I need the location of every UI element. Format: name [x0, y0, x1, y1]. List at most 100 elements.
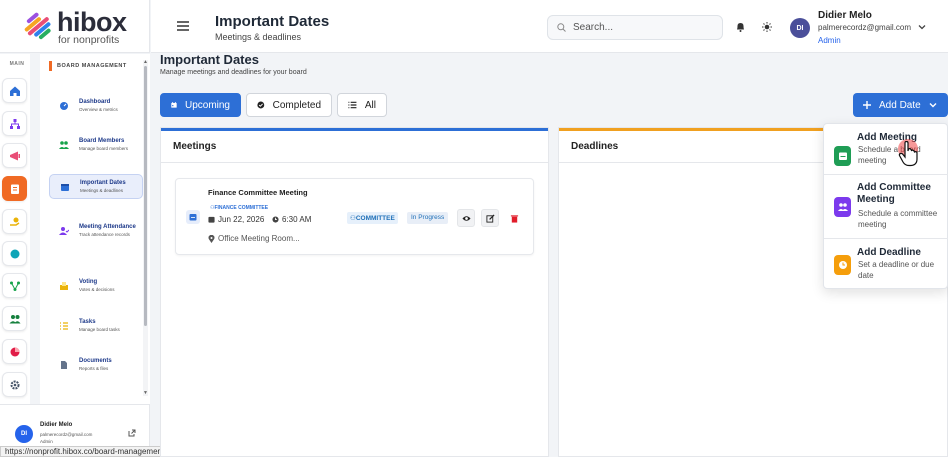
rail-volunteers-button[interactable] [2, 306, 27, 331]
menu-item-add-meeting[interactable]: Add Meeting Schedule a board meeting [824, 132, 948, 172]
dashboard-icon [60, 101, 68, 110]
meeting-location: Office Meeting Room... [208, 234, 300, 243]
tab-all[interactable]: All [337, 93, 387, 117]
subnav-item-documents[interactable]: Documents Reports & files [49, 353, 143, 376]
plus-icon [863, 101, 871, 109]
chevron-down-icon [929, 103, 937, 108]
rail-campaigns-button[interactable] [2, 143, 27, 168]
menu-item-add-deadline[interactable]: Add Deadline Set a deadline or due date [824, 247, 948, 285]
scroll-down-arrow-icon[interactable]: ▼ [143, 391, 148, 396]
check-circle-icon [257, 101, 265, 109]
meeting-category: ⚇FINANCE COMMITTEE [210, 205, 268, 211]
avatar: DI [15, 425, 33, 443]
menu-item-icon-badge [834, 146, 851, 166]
sun-icon[interactable] [762, 22, 772, 32]
subnav-item-desc: Meetings & deadlines [80, 188, 124, 193]
rail-org-button[interactable] [2, 111, 27, 136]
subnav-item-dashboard[interactable]: Dashboard Overview & metrics [49, 94, 143, 117]
users-icon [59, 140, 69, 149]
menu-item-icon-badge [834, 197, 851, 217]
committee-badge-label: COMMITTEE [355, 215, 395, 222]
hamburger-menu-icon[interactable] [177, 21, 189, 31]
board-management-nav: BOARD MANAGEMENT Dashboard Overview & me… [40, 54, 150, 404]
brand-header[interactable]: hibox for nonprofits [0, 0, 150, 53]
add-date-button[interactable]: Add Date [853, 93, 948, 117]
menu-item-add-committee-meeting[interactable]: Add Committee Meeting Schedule a committ… [824, 182, 948, 232]
tab-completed[interactable]: Completed [246, 93, 332, 117]
rail-board-button[interactable] [2, 176, 27, 201]
panel-title: Meetings [161, 131, 548, 163]
menu-item-title: Add Deadline [857, 247, 921, 258]
subnav-item-title: Voting [79, 279, 98, 285]
scroll-up-arrow-icon[interactable]: ▲ [143, 60, 148, 65]
rail-network-button[interactable] [2, 273, 27, 298]
chevron-down-icon[interactable] [918, 24, 926, 30]
subnav-item-title: Tasks [79, 319, 96, 325]
hand-pointer-cursor-icon [898, 141, 918, 167]
rail-events-button[interactable] [2, 241, 27, 266]
rail-settings-button[interactable] [2, 372, 27, 397]
menu-divider [824, 238, 948, 239]
pie-chart-icon [10, 347, 19, 356]
meeting-card[interactable]: Finance Committee Meeting ⚇FINANCE COMMI… [175, 178, 534, 255]
circle-icon [10, 249, 19, 258]
subnav-item-important-dates[interactable]: Important Dates Meetings & deadlines [49, 174, 143, 199]
clock-icon [272, 216, 279, 223]
subnav-scroll-thumb[interactable] [144, 66, 147, 326]
meeting-type-badge [186, 210, 200, 224]
add-date-label: Add Date [879, 99, 921, 111]
subnav-item-desc: Overview & metrics [79, 107, 118, 112]
search-icon [557, 23, 566, 32]
users-icon [9, 314, 20, 323]
calendar-icon [208, 216, 215, 223]
menu-item-desc: Set a deadline or due date [858, 260, 935, 280]
rail-reports-button[interactable] [2, 339, 27, 364]
map-pin-icon [208, 234, 215, 243]
menu-divider [824, 174, 948, 175]
search-input[interactable] [547, 15, 723, 40]
subnav-item-desc: Manage board members [79, 146, 129, 151]
subnav-item-meeting-attendance[interactable]: Meeting Attendance Track attendance reco… [49, 219, 143, 242]
tab-label: Upcoming [184, 99, 230, 111]
subnav-item-board-members[interactable]: Board Members Manage board members [49, 133, 143, 156]
rail-home-button[interactable] [2, 78, 27, 103]
calendar-icon [61, 183, 69, 191]
subnav-item-title: Meeting Attendance [79, 224, 136, 230]
header-subtitle: Meetings & deadlines [215, 32, 302, 42]
task-list-icon [60, 321, 68, 330]
edit-icon [485, 213, 495, 223]
status-badge: In Progress [407, 212, 449, 224]
subnav-item-desc: Votes & decisions [79, 287, 115, 292]
tab-upcoming[interactable]: Upcoming [160, 93, 241, 117]
bell-icon[interactable] [736, 22, 745, 32]
subnav-item-title: Board Members [79, 138, 125, 144]
calendar-icon [171, 102, 177, 108]
calendar-icon [838, 152, 847, 160]
subnav-item-tasks[interactable]: Tasks Manage board tasks [49, 314, 143, 337]
rail-donations-button[interactable] [2, 209, 27, 234]
list-icon [348, 101, 357, 109]
document-icon [61, 360, 67, 369]
eye-icon [461, 215, 471, 221]
subnav-item-desc: Reports & files [79, 366, 109, 371]
avatar[interactable]: DI [790, 18, 810, 38]
calendar-icon [189, 214, 197, 221]
hibox-logo-icon [24, 12, 51, 40]
meeting-title[interactable]: Finance Committee Meeting [208, 188, 308, 197]
header-title: Important Dates [215, 13, 330, 30]
external-link-icon[interactable] [128, 429, 136, 437]
header-user-name: Didier Melo [818, 10, 872, 21]
subnav-item-desc: Track attendance records [79, 232, 130, 237]
brand-tagline: for nonprofits [58, 34, 120, 46]
subnav-section-label: BOARD MANAGEMENT [49, 61, 127, 71]
committee-badge: ⚇COMMITTEE [347, 212, 398, 224]
user-email: palmerecordz@gmail.com [40, 432, 93, 437]
subnav-item-desc: Manage board tasks [79, 327, 120, 332]
users-icon [837, 203, 848, 211]
edit-meeting-button[interactable] [481, 209, 499, 227]
subnav-item-voting[interactable]: Voting Votes & decisions [49, 274, 143, 297]
view-meeting-button[interactable] [457, 209, 475, 227]
subnav-item-title: Dashboard [79, 99, 111, 105]
delete-meeting-button[interactable] [505, 209, 523, 227]
bullhorn-icon [9, 151, 20, 160]
